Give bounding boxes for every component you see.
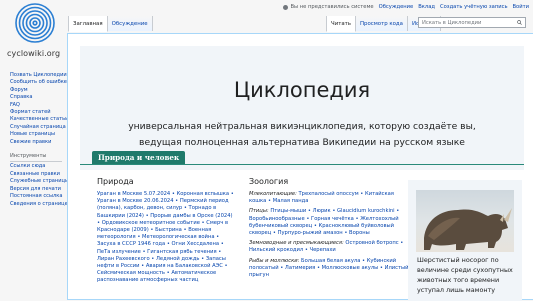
tagline-line-1: универсальная нейтральная викиэнциклопед… <box>128 121 476 132</box>
sidebar-item-help[interactable]: Справка <box>10 94 68 101</box>
main-content: Циклопедия универсальная нейтральная вик… <box>67 33 533 301</box>
sidebar-item-quality-articles[interactable]: Качественные статьи <box>10 116 68 123</box>
anon-status: Вы не представились системе <box>283 4 374 10</box>
featured-image-box: Шерстистый носорог по величине среди сух… <box>408 180 522 301</box>
sidebar-item-forum[interactable]: Форум <box>10 87 68 94</box>
tab-read[interactable]: Читать <box>326 16 356 32</box>
nature-links[interactable]: Ураган в Москве 5.07.2024 • Коронная всп… <box>97 191 235 285</box>
sidebar-item-report-error[interactable]: Сообщить об ошибке <box>10 79 68 86</box>
mammals-label: Млекопитающие: <box>249 191 297 197</box>
rhino-illustration <box>424 208 512 250</box>
sidebar-item-special-pages[interactable]: Служебные страницы <box>10 178 69 185</box>
featured-caption: Шерстистый носорог по величине среди сух… <box>417 256 513 294</box>
fish-label: Рыбы и моллюски: <box>249 257 300 264</box>
logo-text: cyclowiki.org <box>7 49 61 58</box>
search-placeholder: Искать в Циклопедии <box>422 20 482 26</box>
sidebar: Позвать Циклопедии Сообщить об ошибке Фо… <box>10 72 69 208</box>
sidebar-item-permanent-link[interactable]: Постоянная ссылка <box>10 193 68 200</box>
sidebar-item-what-links-here[interactable]: Ссылки сюда <box>10 163 68 170</box>
sidebar-item-article-format[interactable]: Формат статей <box>10 109 68 116</box>
anon-label: Вы не представились системе <box>290 4 374 10</box>
section-divider <box>80 164 524 165</box>
amphibians-label: Земноводные и пресмыкающиеся: <box>249 240 344 247</box>
sidebar-tools-heading: Инструменты <box>10 153 62 163</box>
search-icon[interactable] <box>517 20 522 25</box>
tagline-line-2: ведущая полноценная альтернатива Википед… <box>139 137 465 148</box>
tab-discussion[interactable]: Обсуждение <box>107 16 153 31</box>
sidebar-item-random-page[interactable]: Случайная страница <box>10 124 68 131</box>
birds-links[interactable]: Птицы-мыши • Люрик • Glaucidium kurochki… <box>249 208 399 236</box>
page-title: Циклопедия <box>233 78 371 102</box>
section-tab-nature[interactable]: Природа и человек <box>92 151 186 165</box>
sidebar-item-new-pages[interactable]: Новые страницы <box>10 131 68 138</box>
zoology-column: Зоология Млекопитающие: Трехпалосый опос… <box>249 177 409 282</box>
nature-heading: Природа <box>97 177 134 186</box>
sidebar-item-about[interactable]: Позвать Циклопедии <box>10 72 68 79</box>
personal-tools: Вы не представились системе Обсуждение В… <box>283 4 529 10</box>
zoology-heading: Зоология <box>249 177 289 186</box>
personal-contributions-link[interactable]: Вклад <box>418 4 435 10</box>
search-input[interactable]: Искать в Циклопедии <box>418 17 526 28</box>
nature-column: Природа Ураган в Москве 5.07.2024 • Коро… <box>97 177 235 285</box>
sidebar-item-related-changes[interactable]: Связанные правки <box>10 171 68 178</box>
zoology-amphibians: Земноводные и пресмыкающиеся: Островной … <box>249 240 409 254</box>
personal-talk-link[interactable]: Обсуждение <box>379 4 414 10</box>
woolly-rhino-image[interactable] <box>416 190 514 252</box>
sidebar-item-printable-version[interactable]: Версия для печати <box>10 186 68 193</box>
tab-main-page[interactable]: Заглавная <box>68 16 108 32</box>
zoology-mammals: Млекопитающие: Трехпалосый опоссум • Кит… <box>249 191 409 205</box>
birds-label: Птицы: <box>249 208 269 215</box>
user-icon <box>283 4 289 10</box>
zoology-birds: Птицы: Птицы-мыши • Люрик • Glaucidium k… <box>249 208 409 237</box>
spiral-logo-icon <box>15 3 55 43</box>
site-logo[interactable]: cyclowiki.org <box>4 2 64 64</box>
login-link[interactable]: Войти <box>513 4 530 10</box>
sidebar-item-faq[interactable]: FAQ <box>10 102 68 109</box>
create-account-link[interactable]: Создать учётную запись <box>440 4 507 10</box>
sidebar-item-recent-changes[interactable]: Свежие правки <box>10 139 68 146</box>
tab-view-source[interactable]: Просмотр кода <box>355 16 408 31</box>
namespace-tabs: Заглавная Обсуждение <box>68 16 153 32</box>
tagline: универсальная нейтральная викиэнциклопед… <box>80 119 524 151</box>
zoology-fish: Рыбы и моллюски: Большая белая акула • К… <box>249 258 409 280</box>
sidebar-item-page-info[interactable]: Сведения о странице <box>10 201 68 208</box>
